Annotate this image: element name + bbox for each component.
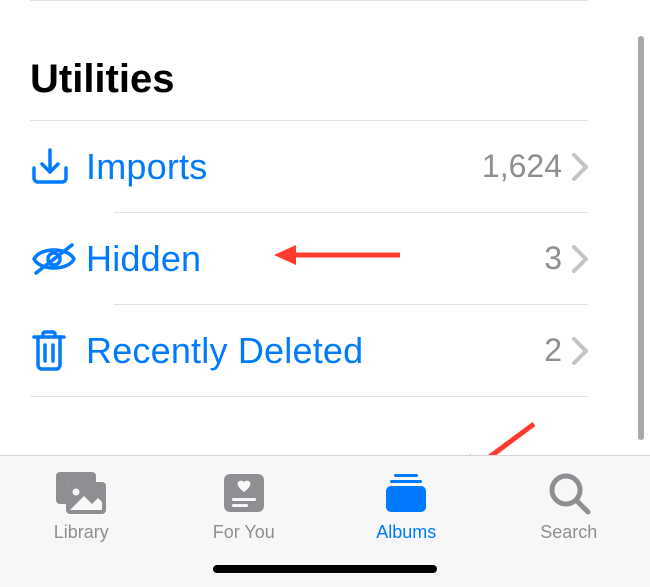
tab-label: For You <box>213 522 275 543</box>
tab-for-you[interactable]: For You <box>163 468 326 543</box>
eye-slash-icon <box>30 241 86 277</box>
tab-label: Albums <box>376 522 436 543</box>
row-imports[interactable]: Imports 1,624 <box>30 121 588 212</box>
section-title: Utilities <box>30 1 588 120</box>
for-you-icon <box>220 468 268 518</box>
tab-label: Search <box>540 522 597 543</box>
chevron-right-icon <box>572 337 588 365</box>
utilities-section: Utilities Imports 1,624 Hidden 3 Recentl… <box>0 0 618 397</box>
tab-albums[interactable]: Albums <box>325 468 488 543</box>
albums-icon <box>380 468 432 518</box>
row-count: 2 <box>544 332 572 369</box>
library-icon <box>54 468 108 518</box>
search-icon <box>546 468 592 518</box>
tab-label: Library <box>54 522 109 543</box>
row-label: Hidden <box>86 238 544 280</box>
tab-search[interactable]: Search <box>488 468 650 543</box>
tab-library[interactable]: Library <box>0 468 163 543</box>
trash-icon <box>30 329 86 373</box>
scrollbar[interactable] <box>638 36 644 440</box>
chevron-right-icon <box>572 245 588 273</box>
row-label: Recently Deleted <box>86 330 544 372</box>
divider <box>30 396 588 397</box>
row-recently-deleted[interactable]: Recently Deleted 2 <box>30 305 588 396</box>
chevron-right-icon <box>572 153 588 181</box>
row-label: Imports <box>86 146 482 188</box>
row-count: 1,624 <box>482 148 572 185</box>
row-hidden[interactable]: Hidden 3 <box>30 213 588 304</box>
home-indicator[interactable] <box>213 565 437 573</box>
import-icon <box>30 146 86 188</box>
row-count: 3 <box>544 240 572 277</box>
